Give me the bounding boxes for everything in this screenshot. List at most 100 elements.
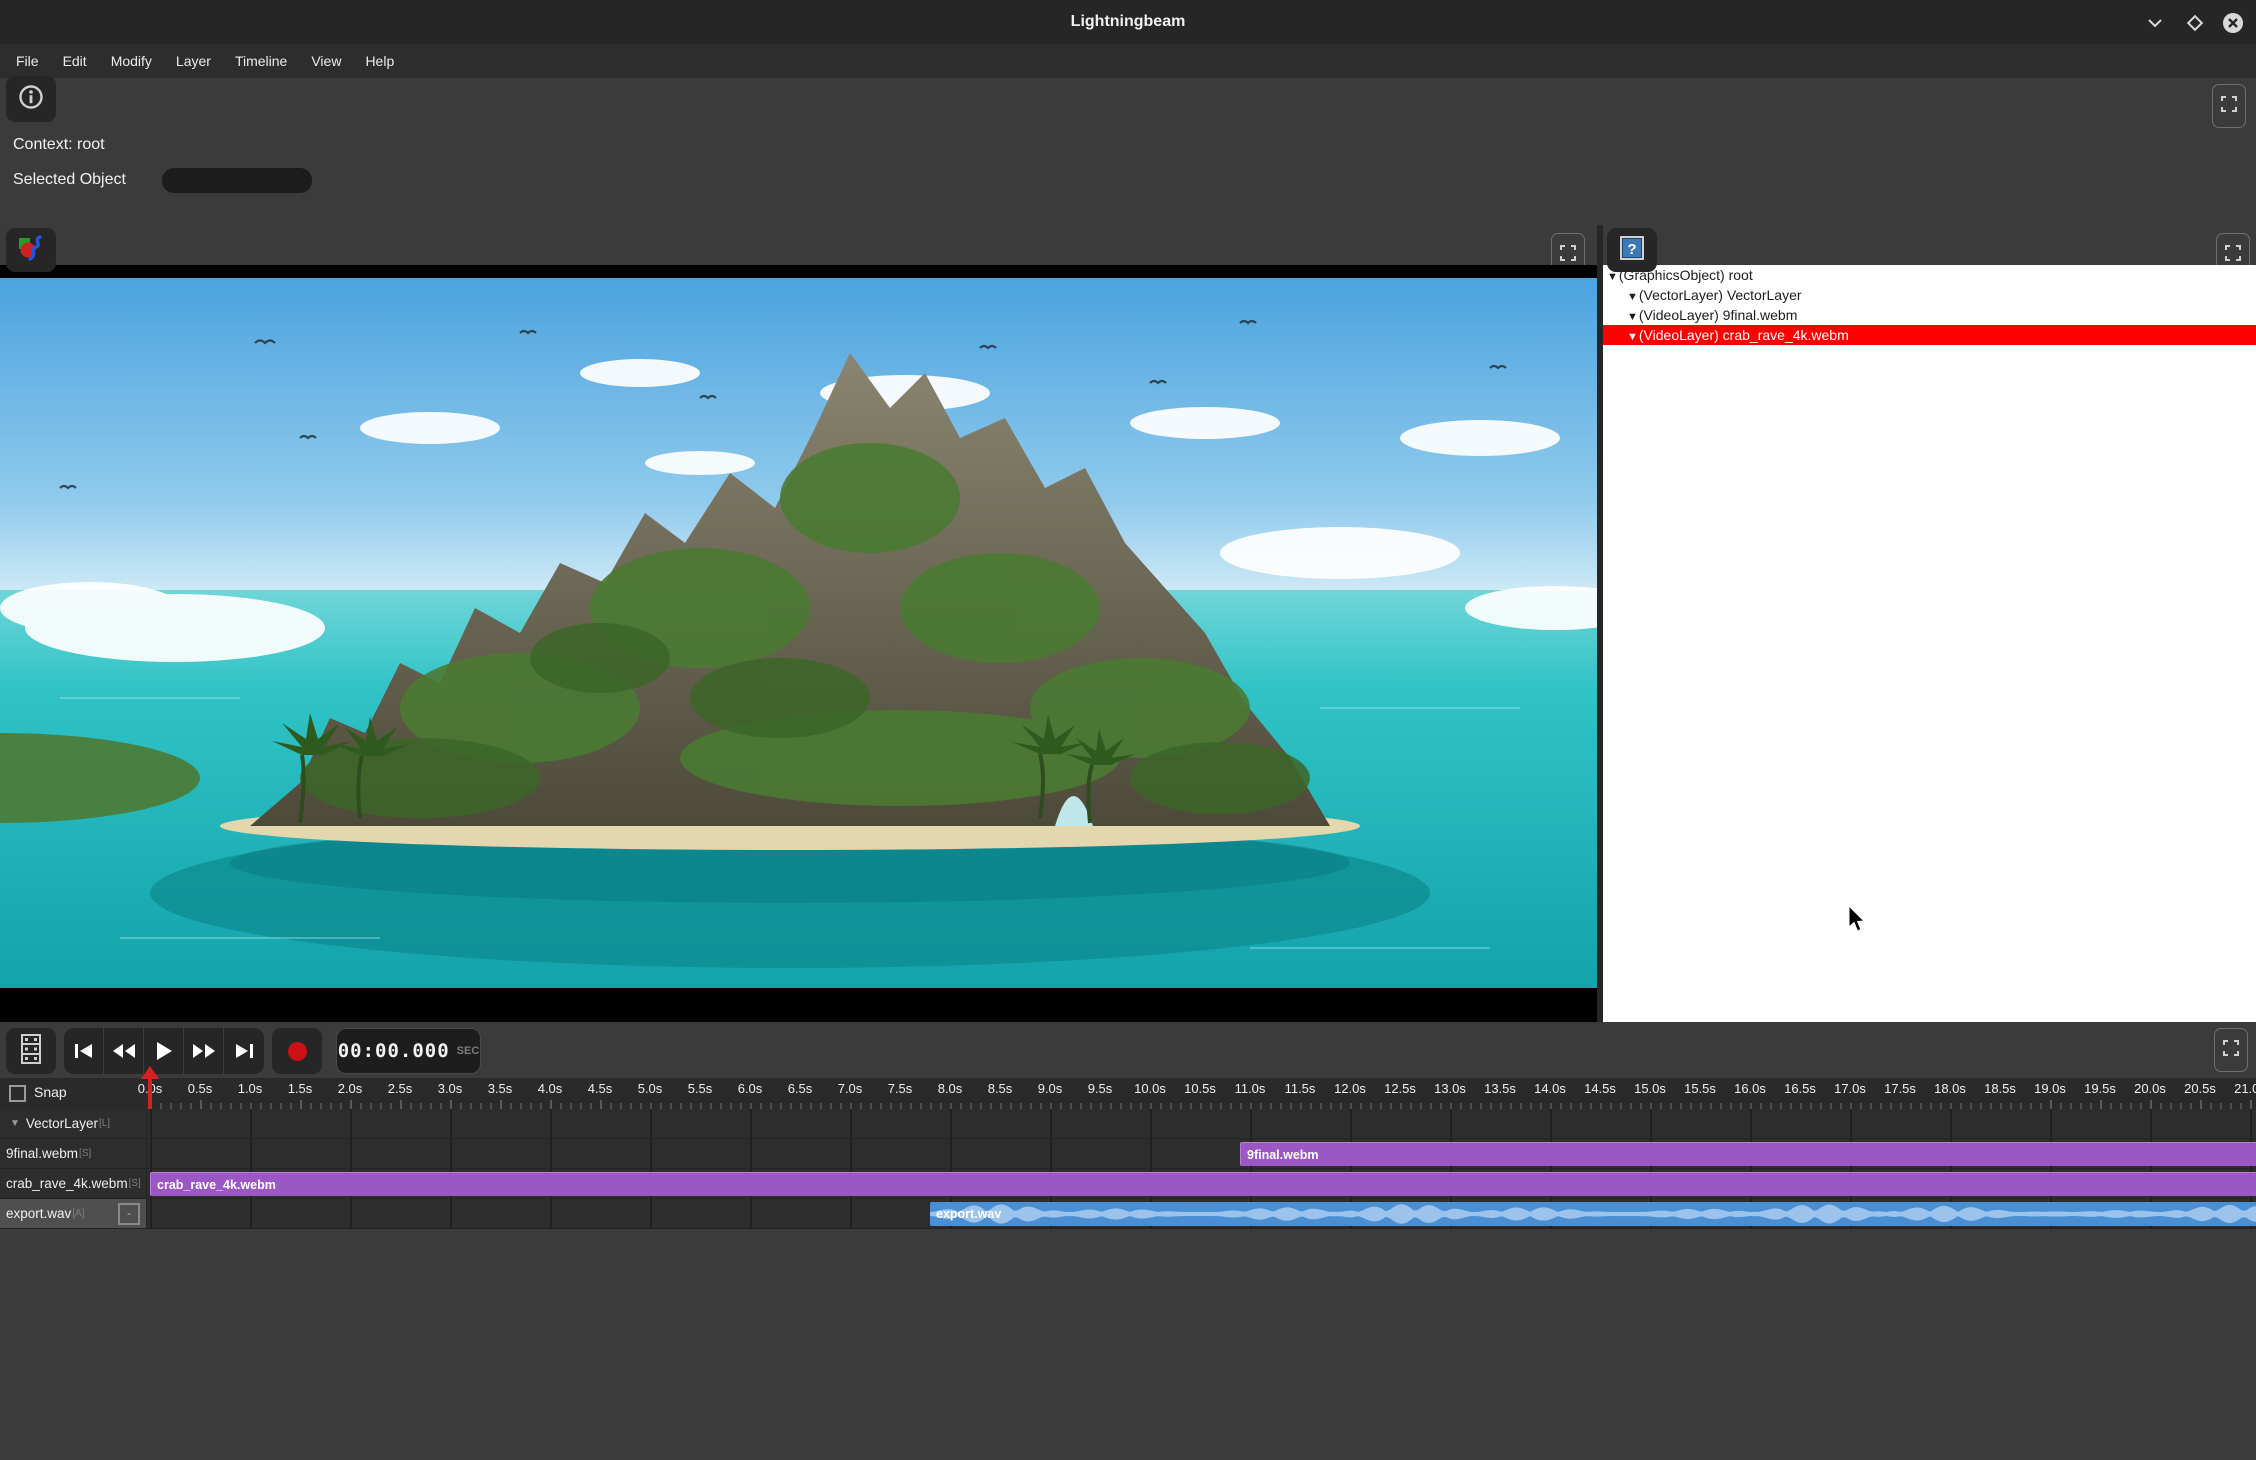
record-button[interactable] — [272, 1028, 322, 1074]
ruler-label: 11.5s — [1285, 1081, 1316, 1096]
ruler-label: 8.0s — [938, 1081, 963, 1096]
ruler-tick — [2050, 1100, 2052, 1109]
ruler-label: 2.0s — [338, 1081, 363, 1096]
ruler-label: 10.0s — [1134, 1081, 1166, 1096]
ruler-label: 0.5s — [188, 1081, 213, 1096]
object-tree: ▼(GraphicsObject) root▼(VectorLayer) Vec… — [1603, 265, 2256, 1022]
record-icon — [288, 1042, 307, 1061]
tree-item[interactable]: ▼(VideoLayer) crab_rave_4k.webm — [1603, 325, 2256, 345]
menu-item-view[interactable]: View — [299, 44, 353, 78]
menu-item-timeline[interactable]: Timeline — [223, 44, 299, 78]
timeline-ruler[interactable]: Snap 0.0s0.5s1.0s1.5s2.0s2.5s3.0s3.5s4.0… — [0, 1078, 2256, 1109]
ruler-label: 6.0s — [738, 1081, 763, 1096]
grid-line — [850, 1139, 852, 1168]
ruler-label: 17.5s — [1884, 1081, 1916, 1096]
skip-end-button[interactable] — [224, 1028, 264, 1074]
track-name: export.wav — [6, 1206, 71, 1221]
close-icon[interactable] — [2218, 8, 2248, 38]
grid-line — [150, 1139, 152, 1168]
track-label-cell[interactable]: ▼VectorLayer[L] — [0, 1109, 147, 1138]
grid-line — [150, 1199, 152, 1228]
timeline-tracks: ▼VectorLayer[L]9final.webm[S]9final.webm… — [0, 1109, 2256, 1229]
playhead[interactable] — [148, 1074, 152, 1109]
grid-line — [2250, 1109, 2252, 1138]
grid-line — [850, 1199, 852, 1228]
tree-expand-icon[interactable]: ▼ — [1607, 271, 1618, 283]
fullscreen-icon — [1560, 245, 1576, 266]
tree-expand-icon[interactable]: ▼ — [1627, 291, 1638, 303]
stage-tab-button[interactable] — [6, 228, 56, 272]
ruler-label: 20.0s — [2134, 1081, 2166, 1096]
grid-line — [950, 1109, 952, 1138]
ruler-label: 2.5s — [388, 1081, 413, 1096]
svg-text:?: ? — [1627, 241, 1636, 258]
ruler-label: 5.5s — [688, 1081, 713, 1096]
time-value: 00:00.000 — [338, 1040, 450, 1062]
tree-expand-icon[interactable]: ▼ — [1627, 331, 1638, 343]
track-type-badge: [S] — [129, 1178, 141, 1189]
menu-item-help[interactable]: Help — [353, 44, 406, 78]
timeline-tab-button[interactable] — [6, 1028, 56, 1074]
grid-line — [350, 1109, 352, 1138]
ruler-label: 7.0s — [838, 1081, 863, 1096]
info-icon — [18, 84, 44, 115]
grid-line — [2050, 1109, 2052, 1138]
grid-line — [1650, 1109, 1652, 1138]
ruler-tick — [450, 1100, 452, 1109]
clip-crab_rave_4k.webm[interactable]: crab_rave_4k.webm — [150, 1172, 2256, 1196]
menu-item-modify[interactable]: Modify — [99, 44, 164, 78]
menu-item-file[interactable]: File — [4, 44, 51, 78]
track-label-cell[interactable]: 9final.webm[S] — [0, 1139, 147, 1168]
grid-line — [350, 1199, 352, 1228]
ruler-label: 15.5s — [1684, 1081, 1716, 1096]
track-label-cell[interactable]: crab_rave_4k.webm[S] — [0, 1169, 147, 1198]
tree-header — [1603, 225, 2256, 265]
selected-object-input[interactable] — [162, 168, 312, 193]
grid-line — [1250, 1109, 1252, 1138]
grid-line — [850, 1109, 852, 1138]
grid-line — [1850, 1109, 1852, 1138]
ruler-label: 19.0s — [2034, 1081, 2066, 1096]
timeline-fullscreen-button[interactable] — [2214, 1028, 2248, 1072]
ruler-label: 9.0s — [1038, 1081, 1063, 1096]
grid-line — [150, 1109, 152, 1138]
shapes-icon — [16, 233, 46, 268]
snap-checkbox[interactable] — [9, 1085, 26, 1102]
rewind-button[interactable] — [104, 1028, 144, 1074]
minimize-icon[interactable] — [2140, 8, 2170, 38]
menu-item-edit[interactable]: Edit — [51, 44, 99, 78]
clip-9final.webm[interactable]: 9final.webm — [1240, 1142, 2256, 1166]
menu-item-layer[interactable]: Layer — [164, 44, 223, 78]
ruler-label: 15.0s — [1634, 1081, 1666, 1096]
track-type-badge: [L] — [99, 1118, 110, 1129]
grid-line — [1750, 1109, 1752, 1138]
grid-line — [1550, 1109, 1552, 1138]
tree-item[interactable]: ▼(VideoLayer) 9final.webm — [1603, 305, 2256, 325]
info-fullscreen-button[interactable] — [2212, 84, 2246, 128]
ruler-tick — [600, 1100, 602, 1109]
ruler-label: 14.5s — [1584, 1081, 1616, 1096]
track-toggle-button[interactable]: - — [118, 1203, 140, 1225]
grid-line — [250, 1199, 252, 1228]
track-row-crab_rave_4k.webm: crab_rave_4k.webm[S]crab_rave_4k.webm — [0, 1169, 2256, 1199]
ruler-label: 17.0s — [1834, 1081, 1866, 1096]
fast-forward-button[interactable] — [184, 1028, 224, 1074]
stage-viewport[interactable] — [0, 265, 1597, 1022]
fullscreen-icon — [2223, 1040, 2239, 1061]
tree-item[interactable]: ▼(VectorLayer) VectorLayer — [1603, 285, 2256, 305]
transport-controls — [64, 1028, 264, 1074]
ruler-label: 16.0s — [1734, 1081, 1766, 1096]
collapse-icon[interactable]: ▼ — [10, 1118, 20, 1129]
clip-export.wav[interactable]: export.wav — [930, 1202, 2256, 1226]
ruler-tick — [400, 1100, 402, 1109]
info-tab-button[interactable] — [6, 76, 56, 122]
ruler-label: 21.0s — [2234, 1081, 2256, 1096]
maximize-icon[interactable] — [2180, 8, 2210, 38]
track-type-badge: [A] — [72, 1208, 84, 1219]
info-panel: Context: root Selected Object — [0, 78, 2256, 225]
tree-item[interactable]: ▼(GraphicsObject) root — [1603, 265, 2256, 285]
tree-expand-icon[interactable]: ▼ — [1627, 311, 1638, 323]
track-label-cell[interactable]: export.wav[A] - — [0, 1199, 147, 1228]
skip-start-button[interactable] — [64, 1028, 104, 1074]
tree-tab-button[interactable]: ? — [1607, 228, 1657, 272]
